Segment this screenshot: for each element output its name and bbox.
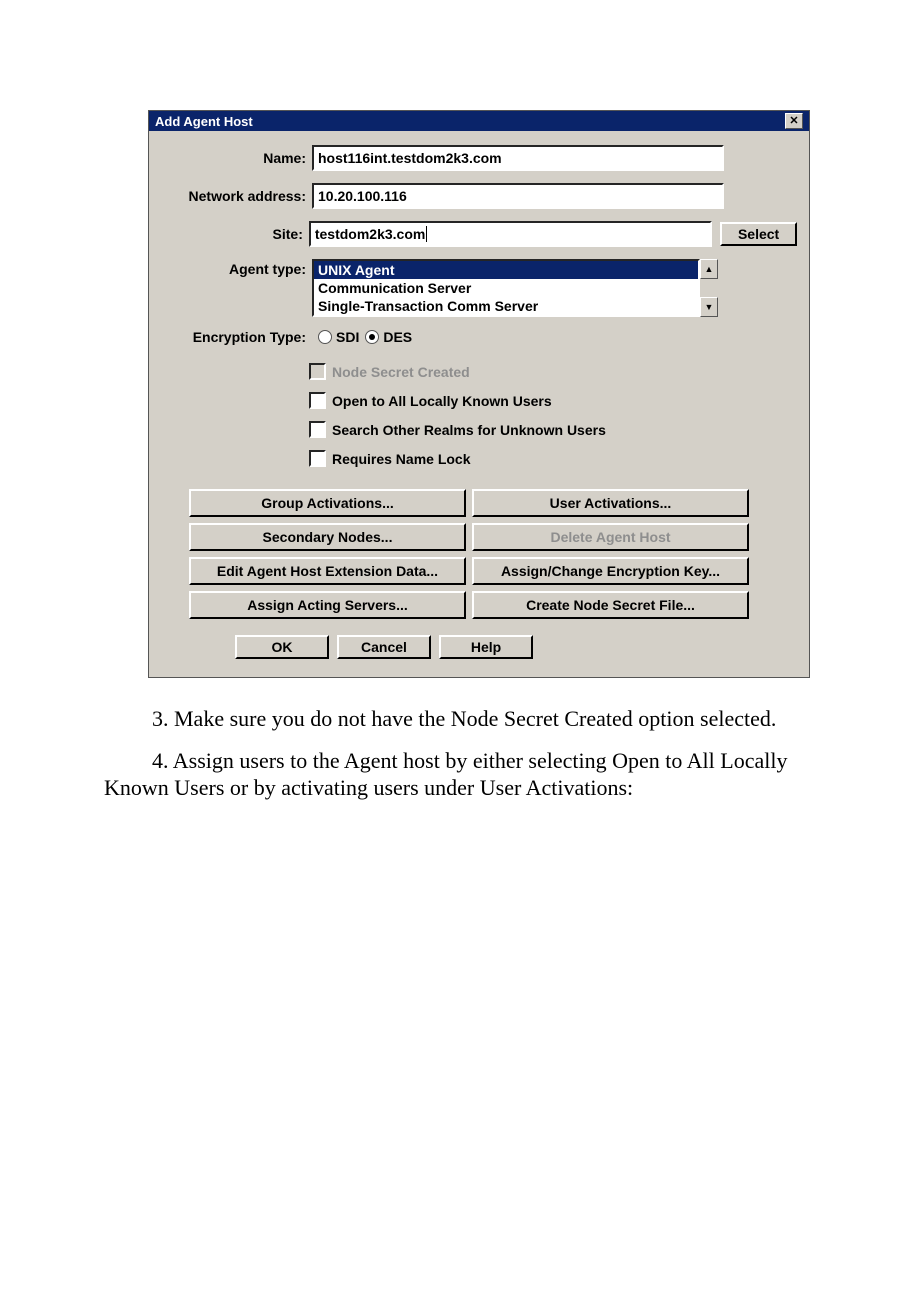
- help-button[interactable]: Help: [439, 635, 533, 659]
- checkbox-node-secret: [309, 363, 326, 380]
- secondary-nodes-button[interactable]: Secondary Nodes...: [189, 523, 466, 551]
- agent-type-option-unix[interactable]: UNIX Agent: [314, 261, 698, 279]
- assign-encryption-key-button[interactable]: Assign/Change Encryption Key...: [472, 557, 749, 585]
- agent-type-listbox[interactable]: UNIX Agent Communication Server Single-T…: [312, 259, 700, 317]
- name-input[interactable]: host116int.testdom2k3.com: [312, 145, 724, 171]
- listbox-scrollbar[interactable]: ▲ ▼: [700, 259, 716, 317]
- checkbox-search-other-label: Search Other Realms for Unknown Users: [332, 422, 606, 438]
- scroll-down-icon[interactable]: ▼: [700, 297, 718, 317]
- radio-des-label: DES: [383, 329, 412, 345]
- checkbox-name-lock-label: Requires Name Lock: [332, 451, 471, 467]
- checkbox-name-lock[interactable]: [309, 450, 326, 467]
- checkbox-search-other[interactable]: [309, 421, 326, 438]
- radio-sdi[interactable]: [318, 330, 332, 344]
- encryption-type-group: SDI DES: [312, 329, 412, 345]
- add-agent-host-dialog: Add Agent Host ✕ Name: host116int.testdo…: [148, 110, 810, 678]
- ok-button[interactable]: OK: [235, 635, 329, 659]
- scroll-up-icon[interactable]: ▲: [700, 259, 718, 279]
- radio-des[interactable]: [365, 330, 379, 344]
- paragraph-step-4: 4. Assign users to the Agent host by eit…: [0, 748, 920, 801]
- select-button[interactable]: Select: [720, 222, 797, 246]
- agent-type-option-commserver[interactable]: Communication Server: [314, 279, 698, 297]
- group-activations-button[interactable]: Group Activations...: [189, 489, 466, 517]
- checkbox-node-secret-label: Node Secret Created: [332, 364, 470, 380]
- dialog-titlebar: Add Agent Host ✕: [149, 111, 809, 131]
- checkbox-open-all-label: Open to All Locally Known Users: [332, 393, 552, 409]
- assign-acting-servers-button[interactable]: Assign Acting Servers...: [189, 591, 466, 619]
- user-activations-button[interactable]: User Activations...: [472, 489, 749, 517]
- agent-type-option-single-trans[interactable]: Single-Transaction Comm Server: [314, 297, 698, 315]
- cancel-button[interactable]: Cancel: [337, 635, 431, 659]
- name-label: Name:: [161, 150, 312, 166]
- create-node-secret-button[interactable]: Create Node Secret File...: [472, 591, 749, 619]
- network-address-input[interactable]: 10.20.100.116: [312, 183, 724, 209]
- site-label: Site:: [161, 226, 309, 242]
- agent-type-label: Agent type:: [161, 259, 312, 277]
- dialog-title: Add Agent Host: [155, 114, 253, 129]
- network-address-label: Network address:: [161, 188, 312, 204]
- radio-sdi-label: SDI: [336, 329, 359, 345]
- checkbox-open-all[interactable]: [309, 392, 326, 409]
- paragraph-step-3: 3. Make sure you do not have the Node Se…: [0, 706, 920, 732]
- delete-agent-host-button[interactable]: Delete Agent Host: [472, 523, 749, 551]
- site-input[interactable]: testdom2k3.com: [309, 221, 712, 247]
- edit-extension-data-button[interactable]: Edit Agent Host Extension Data...: [189, 557, 466, 585]
- encryption-type-label: Encryption Type:: [161, 329, 312, 345]
- close-icon[interactable]: ✕: [785, 113, 803, 129]
